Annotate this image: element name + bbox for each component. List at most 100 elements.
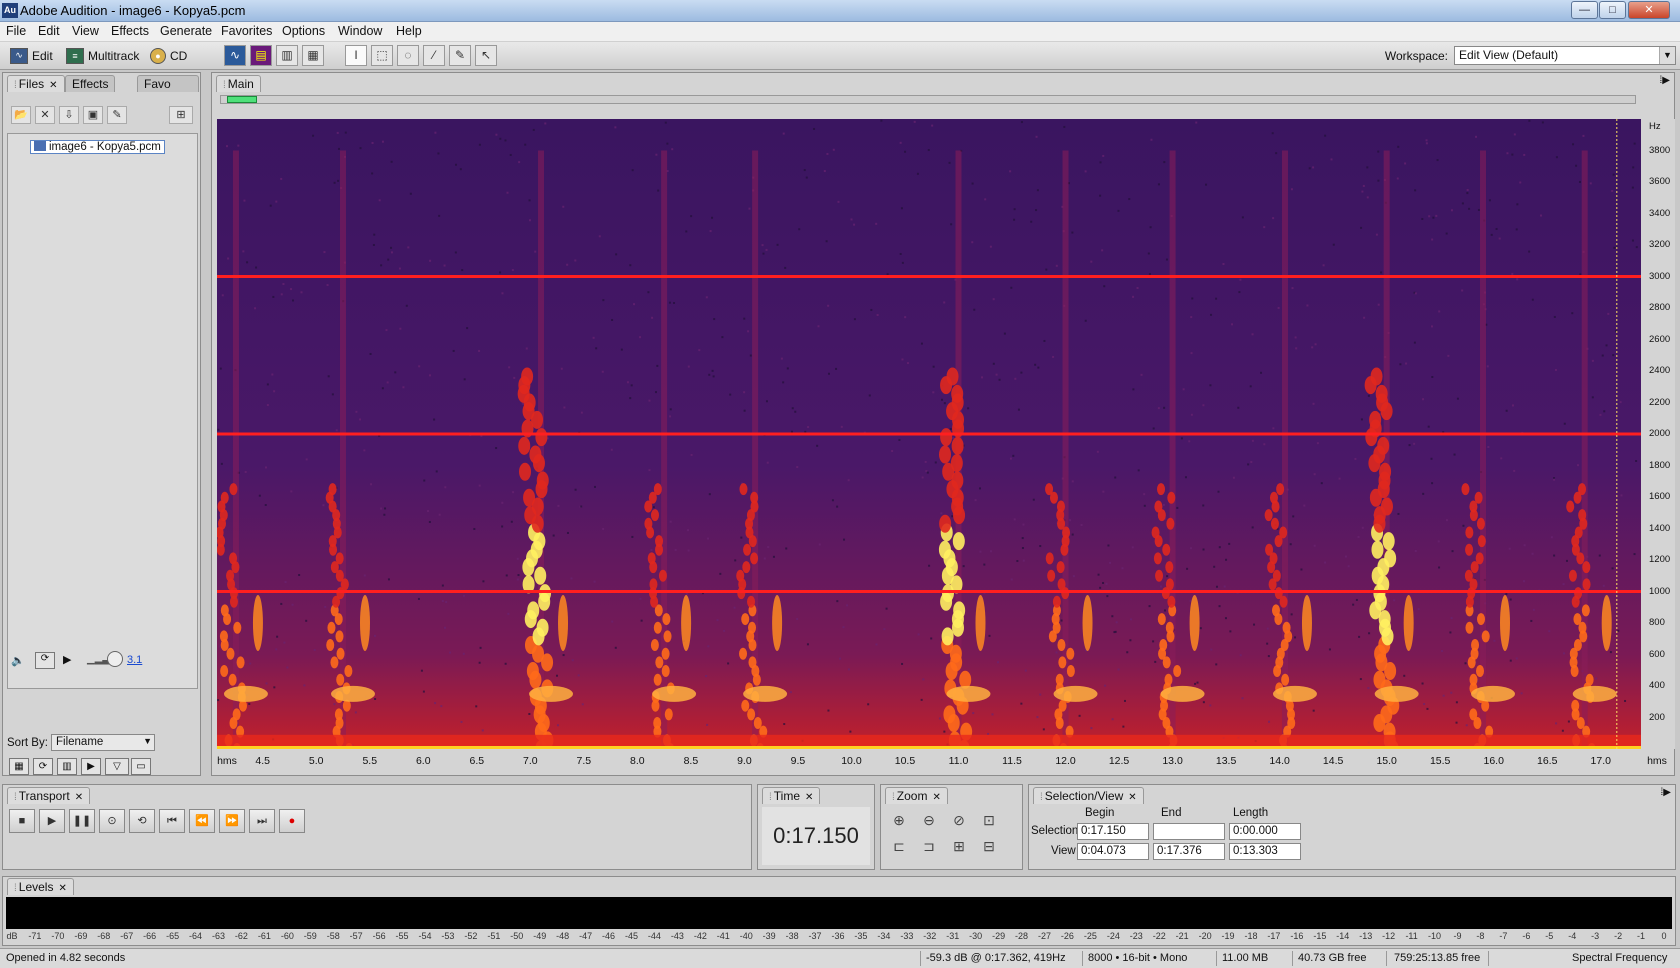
close-file-icon[interactable]: ✕ <box>35 106 55 124</box>
filter-icon[interactable]: ▽ <box>105 758 129 775</box>
rewind-button[interactable]: ⏪ <box>189 809 215 833</box>
menu-favorites[interactable]: Favorites <box>221 24 272 38</box>
spot-healing-tool-icon[interactable]: ✎ <box>449 45 471 66</box>
panel-menu-icon[interactable]: ⁞▶ <box>1661 787 1671 798</box>
menu-file[interactable]: File <box>6 24 26 38</box>
zoom-right-edge-icon[interactable]: ⊐ <box>917 835 941 857</box>
loop-icon[interactable]: ⟳ <box>35 652 55 669</box>
close-tab-icon[interactable]: ✕ <box>58 883 66 894</box>
noise-speckle <box>552 534 555 537</box>
tab-main[interactable]: ⁞ Main <box>216 75 261 92</box>
play-from-cursor-button[interactable]: ⊙ <box>99 809 125 833</box>
menu-generate[interactable]: Generate <box>160 24 212 38</box>
overview-bar[interactable] <box>220 95 1636 104</box>
tab-selection-view[interactable]: ⁞ Selection/View ✕ <box>1033 787 1144 804</box>
zoom-in-vertical-icon[interactable]: ⊞ <box>947 835 971 857</box>
volume-knob-icon[interactable] <box>107 651 123 667</box>
go-to-start-button[interactable]: ⏮ <box>159 809 185 833</box>
go-to-end-button[interactable]: ⏭ <box>249 809 275 833</box>
record-button[interactable]: ● <box>279 809 305 833</box>
fast-forward-button[interactable]: ⏩ <box>219 809 245 833</box>
zoom-out-full-icon[interactable]: ⊘ <box>947 809 971 831</box>
time-selection-tool-icon[interactable]: I <box>345 45 367 66</box>
time-tick-label: 7.5 <box>576 755 592 767</box>
zoom-to-selection-icon[interactable]: ⊡ <box>977 809 1001 831</box>
panel-menu-icon[interactable]: ⁞▶ <box>1660 75 1670 86</box>
noise-speckle <box>1425 139 1428 142</box>
spectral-display-icon[interactable]: ▤ <box>250 45 272 66</box>
overview-range-handle[interactable] <box>227 96 257 103</box>
pan-display-icon[interactable]: ▥ <box>276 45 298 66</box>
show-video-icon[interactable]: ▶ <box>81 758 101 775</box>
noise-speckle <box>1427 425 1430 428</box>
noise-speckle <box>952 437 955 440</box>
show-audio-icon[interactable]: ▦ <box>9 758 29 775</box>
show-midi-icon[interactable]: ▥ <box>57 758 77 775</box>
insert-multitrack-icon[interactable]: ⇩ <box>59 106 79 124</box>
zoom-in-horizontal-icon[interactable]: ⊕ <box>887 809 911 831</box>
maximize-button[interactable]: □ <box>1599 1 1626 19</box>
status-view-mode: Spectral Frequency <box>1572 952 1668 964</box>
selection-length-field[interactable]: 0:00.000 <box>1229 823 1301 840</box>
stop-button[interactable]: ■ <box>9 809 35 833</box>
sort-by-select[interactable]: Filename ▼ <box>51 734 155 751</box>
menu-view[interactable]: View <box>72 24 99 38</box>
waveform-display-icon[interactable]: ∿ <box>224 45 246 66</box>
close-button[interactable]: ✕ <box>1628 1 1670 19</box>
volume-value[interactable]: 3.1 <box>127 654 142 666</box>
close-tab-icon[interactable]: ✕ <box>49 80 57 91</box>
full-path-icon[interactable]: ▭ <box>131 758 151 775</box>
cd-view-button[interactable]: ● CD <box>150 45 187 66</box>
open-file-icon[interactable]: 📂 <box>11 106 31 124</box>
noise-speckle <box>1554 368 1557 371</box>
tab-files[interactable]: ⁞ Files ✕ <box>7 75 65 92</box>
insert-cd-icon[interactable]: ▣ <box>83 106 103 124</box>
marquee-tool-icon[interactable]: ⬚ <box>371 45 393 66</box>
tab-favorites[interactable]: Favo <box>137 75 199 92</box>
close-tab-icon[interactable]: ✕ <box>1128 792 1136 803</box>
close-tab-icon[interactable]: ✕ <box>932 792 940 803</box>
menu-bar: File Edit View Effects Generate Favorite… <box>0 22 1680 42</box>
show-loops-icon[interactable]: ⟳ <box>33 758 53 775</box>
lasso-tool-icon[interactable]: ◌ <box>397 45 419 66</box>
zoom-out-vertical-icon[interactable]: ⊟ <box>977 835 1001 857</box>
view-end-field[interactable]: 0:17.376 <box>1153 843 1225 860</box>
scrub-tool-icon[interactable]: ↖ <box>475 45 497 66</box>
selection-end-field[interactable] <box>1153 823 1225 840</box>
noise-speckle <box>1032 498 1035 501</box>
tab-zoom[interactable]: ⁞ Zoom ✕ <box>885 787 948 804</box>
tab-effects[interactable]: Effects <box>65 75 116 92</box>
zoom-out-horizontal-icon[interactable]: ⊖ <box>917 809 941 831</box>
minimize-button[interactable]: — <box>1571 1 1598 19</box>
play-button[interactable]: ▶ <box>39 809 65 833</box>
menu-edit[interactable]: Edit <box>38 24 60 38</box>
view-begin-field[interactable]: 0:04.073 <box>1077 843 1149 860</box>
workspace-select[interactable]: Edit View (Default) ▼ <box>1454 46 1676 65</box>
file-item[interactable]: image6 - Kopya5.pcm <box>30 140 165 154</box>
edit-view-button[interactable]: ∿ Edit <box>10 45 53 66</box>
noise-speckle <box>1222 263 1225 266</box>
zoom-left-edge-icon[interactable]: ⊏ <box>887 835 911 857</box>
brush-tool-icon[interactable]: ⁄ <box>423 45 445 66</box>
multitrack-view-button[interactable]: ≡ Multitrack <box>66 45 139 66</box>
harmonic-mark <box>1166 517 1175 530</box>
phase-display-icon[interactable]: ▦ <box>302 45 324 66</box>
show-options-icon[interactable]: ⊞ <box>169 106 193 124</box>
tab-time[interactable]: ⁞ Time ✕ <box>762 787 821 804</box>
menu-help[interactable]: Help <box>396 24 422 38</box>
menu-options[interactable]: Options <box>282 24 325 38</box>
pause-button[interactable]: ❚❚ <box>69 809 95 833</box>
menu-window[interactable]: Window <box>338 24 382 38</box>
tab-levels[interactable]: ⁞ Levels ✕ <box>7 878 74 895</box>
close-tab-icon[interactable]: ✕ <box>75 792 83 803</box>
edit-file-icon[interactable]: ✎ <box>107 106 127 124</box>
selection-begin-field[interactable]: 0:17.150 <box>1077 823 1149 840</box>
menu-effects[interactable]: Effects <box>111 24 149 38</box>
spectral-frequency-display[interactable] <box>217 119 1641 749</box>
speaker-icon[interactable]: 🔈 <box>11 654 25 667</box>
tab-transport[interactable]: ⁞ Transport ✕ <box>7 787 91 804</box>
close-tab-icon[interactable]: ✕ <box>805 792 813 803</box>
view-length-field[interactable]: 0:13.303 <box>1229 843 1301 860</box>
loop-button[interactable]: ⟲ <box>129 809 155 833</box>
play-preview-icon[interactable]: ▶ <box>63 653 71 666</box>
